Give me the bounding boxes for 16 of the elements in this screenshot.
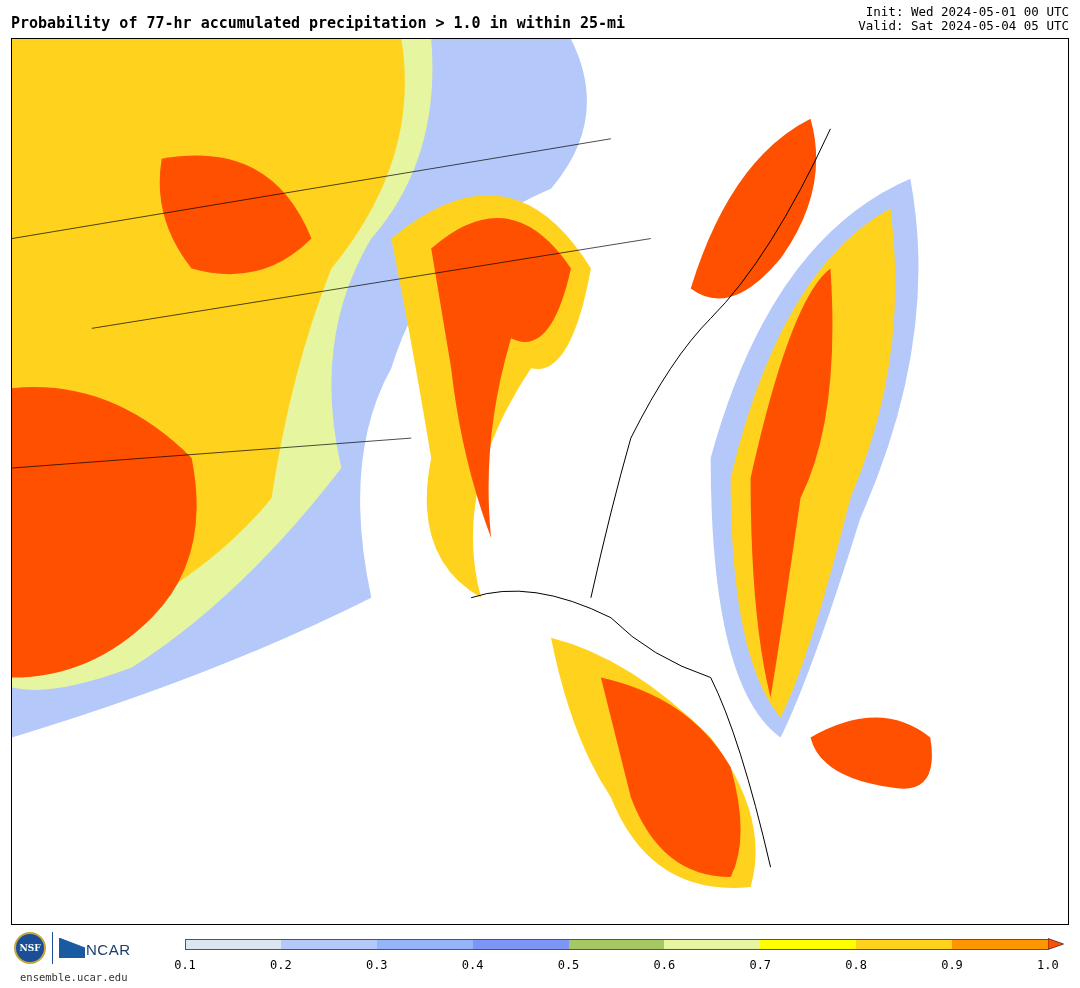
tick-label: 0.4 [460, 958, 485, 972]
tick-label: 0.9 [940, 958, 964, 972]
tick-label: 0.1 [173, 958, 197, 972]
site-url: ensemble.ucar.edu [20, 971, 129, 983]
chart-title: Probability of 77-hr accumulated precipitation > 1.0 in within 25-mi [11, 14, 626, 32]
tick-label: 0.7 [748, 958, 773, 972]
nsf-logo: NSF [14, 932, 46, 964]
valid-time: Valid: Sat 2024-05-04 05 UTC [858, 19, 1069, 33]
ncar-logo: NCAR [59, 938, 131, 958]
tick-label: 0.3 [364, 958, 389, 972]
tick-label: 0.5 [556, 958, 581, 972]
tick-label: 0.8 [844, 958, 868, 972]
tick-label: 0.2 [269, 958, 293, 972]
tick-label: 0.6 [652, 958, 677, 972]
init-time: Init: Wed 2024-05-01 00 UTC [864, 5, 1069, 19]
tick-label: 1.0 [1036, 958, 1060, 972]
